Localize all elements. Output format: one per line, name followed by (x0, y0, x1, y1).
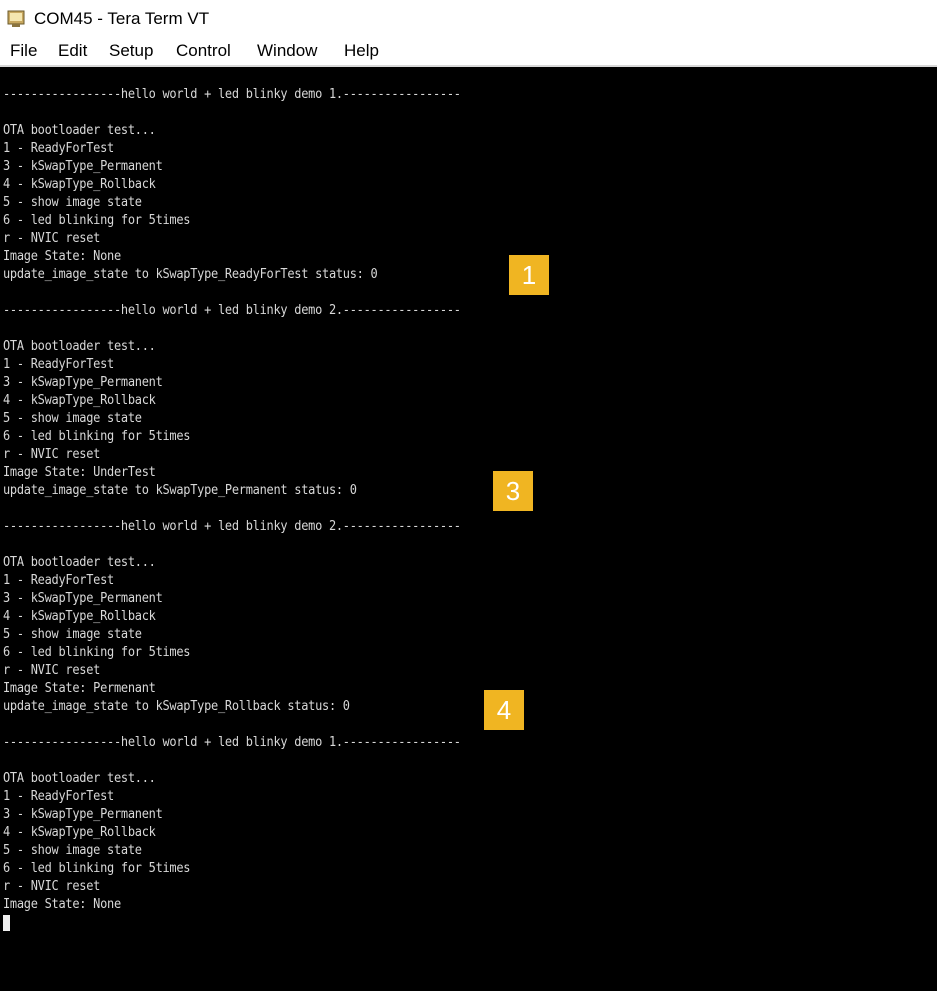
terminal-line: 5 - show image state (3, 843, 142, 858)
terminal-line: r - NVIC reset (3, 663, 101, 678)
terminal-line: -----------------hello world + led blink… (3, 735, 461, 750)
menu-file[interactable]: File (9, 41, 38, 61)
title-bar[interactable]: COM45 - Tera Term VT (0, 0, 937, 38)
terminal-line: OTA bootloader test... (3, 771, 156, 786)
terminal-line: -----------------hello world + led blink… (3, 519, 461, 534)
terminal-line: OTA bootloader test... (3, 555, 156, 570)
terminal-line: 3 - kSwapType_Permanent (3, 591, 163, 606)
terminal-line: Image State: UnderTest (3, 465, 156, 480)
terminal-line: r - NVIC reset (3, 447, 101, 462)
terminal-line: Image State: Permenant (3, 681, 156, 696)
menu-help[interactable]: Help (343, 41, 380, 61)
terminal-line: 5 - show image state (3, 195, 142, 210)
terminal-line: 6 - led blinking for 5times (3, 861, 191, 876)
window-title: COM45 - Tera Term VT (34, 9, 210, 28)
text-cursor (3, 915, 10, 931)
terminal-line: 1 - ReadyForTest (3, 357, 114, 372)
menu-control[interactable]: Control (175, 41, 232, 61)
terminal-line: Image State: None (3, 897, 121, 912)
menu-edit[interactable]: Edit (57, 41, 88, 61)
menu-window[interactable]: Window (256, 41, 318, 61)
terminal-line: update_image_state to kSwapType_Rollback… (3, 699, 350, 714)
terminal-line: 5 - show image state (3, 627, 142, 642)
terminal-line: 4 - kSwapType_Rollback (3, 393, 156, 408)
terminal-line: 6 - led blinking for 5times (3, 213, 191, 228)
terminal-line: r - NVIC reset (3, 879, 101, 894)
terminal-line: 3 - kSwapType_Permanent (3, 375, 163, 390)
menu-bar: File Edit Setup Control Window Help (0, 38, 937, 65)
terminal-line: 4 - kSwapType_Rollback (3, 177, 156, 192)
annotation-badge-4: 4 (484, 690, 524, 730)
terminal-line: -----------------hello world + led blink… (3, 303, 461, 318)
annotation-badge-3: 3 (493, 471, 533, 511)
terminal-line: OTA bootloader test... (3, 123, 156, 138)
terminal-line: Image State: None (3, 249, 121, 264)
terminal-line: 3 - kSwapType_Permanent (3, 807, 163, 822)
tera-term-app-icon (7, 10, 25, 27)
menu-setup[interactable]: Setup (108, 41, 154, 61)
terminal-line: 6 - led blinking for 5times (3, 645, 191, 660)
terminal-line: 6 - led blinking for 5times (3, 429, 191, 444)
terminal-line: update_image_state to kSwapType_Permanen… (3, 483, 357, 498)
terminal-line: 4 - kSwapType_Rollback (3, 825, 156, 840)
terminal-line: 1 - ReadyForTest (3, 789, 114, 804)
terminal-output[interactable]: -----------------hello world + led blink… (0, 67, 937, 991)
annotation-badge-1: 1 (509, 255, 549, 295)
terminal-line: 3 - kSwapType_Permanent (3, 159, 163, 174)
terminal-line: OTA bootloader test... (3, 339, 156, 354)
terminal-line: 1 - ReadyForTest (3, 141, 114, 156)
terminal-line: -----------------hello world + led blink… (3, 87, 461, 102)
terminal-line: r - NVIC reset (3, 231, 101, 246)
terminal-line: 1 - ReadyForTest (3, 573, 114, 588)
terminal-line: 5 - show image state (3, 411, 142, 426)
terminal-line: 4 - kSwapType_Rollback (3, 609, 156, 624)
terminal-line: update_image_state to kSwapType_ReadyFor… (3, 267, 378, 282)
